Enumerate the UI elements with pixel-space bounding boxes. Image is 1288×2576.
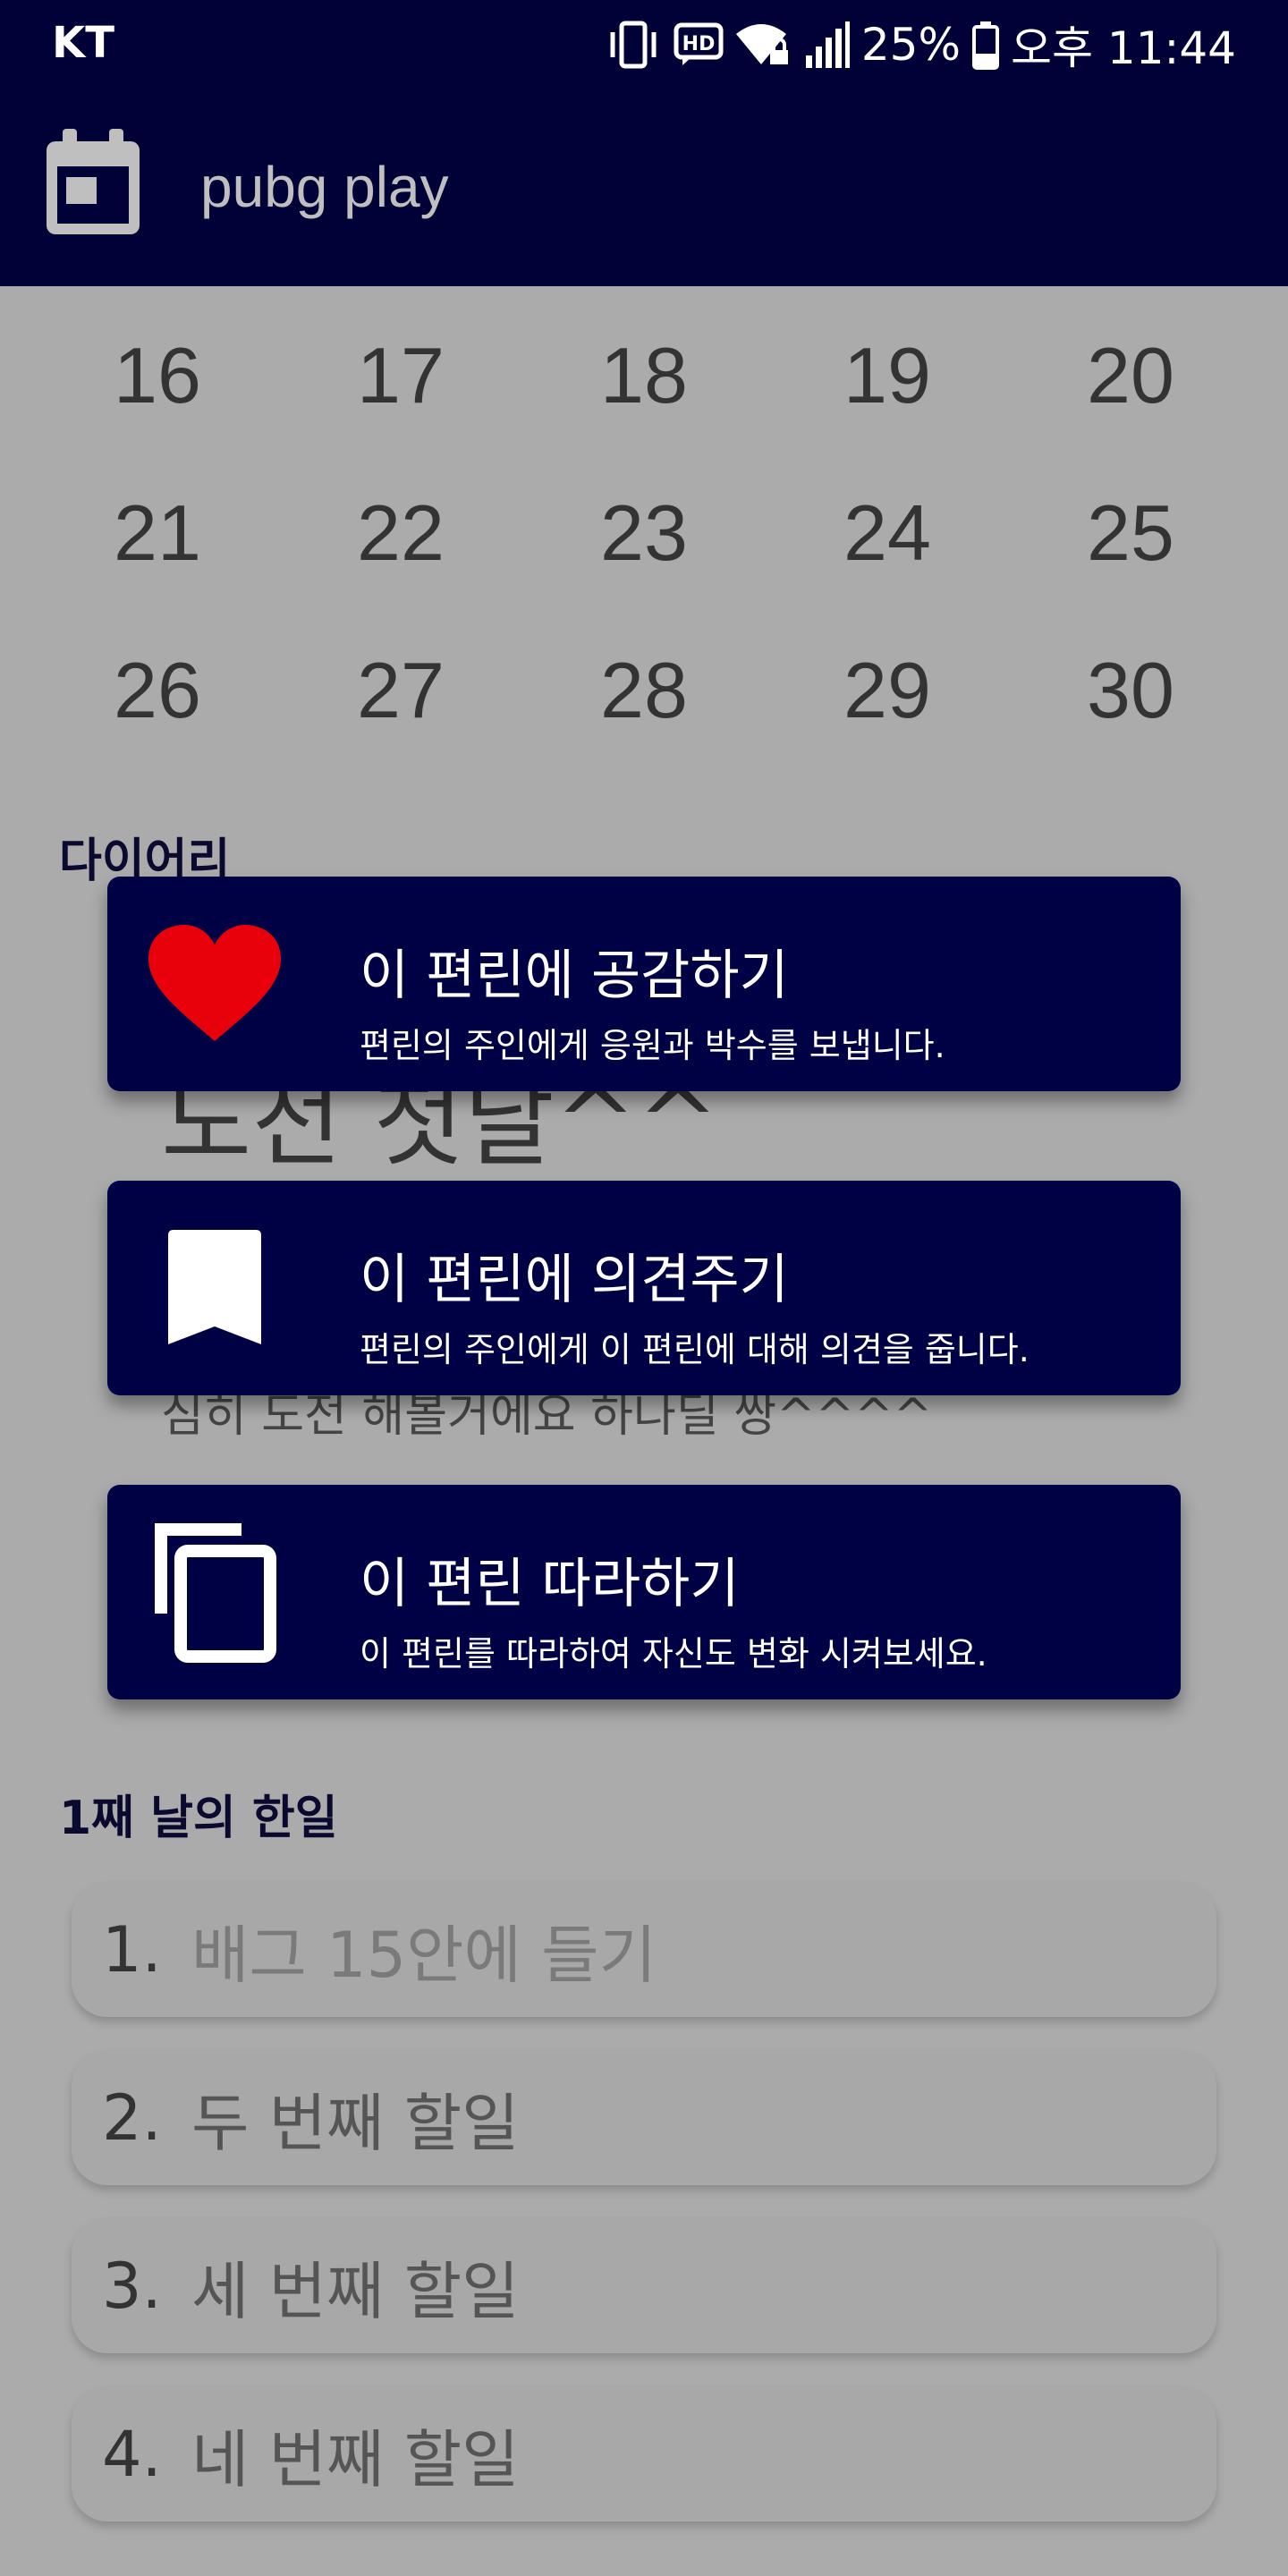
calendar-row: 26 27 28 29 30 xyxy=(36,637,1252,794)
card-title: 이 편린 따라하기 xyxy=(360,1553,740,1615)
card-subtitle: 편린의 주인에게 응원과 박수를 보냅니다. xyxy=(360,1026,945,1065)
copy-icon xyxy=(148,1523,282,1663)
todo-item[interactable]: 4. 네 번째 할일 xyxy=(72,2387,1216,2521)
calendar-day[interactable]: 26 xyxy=(36,637,279,794)
todo-item[interactable]: 2. 두 번째 할일 xyxy=(72,2051,1216,2185)
wifi-lock-icon xyxy=(734,20,793,70)
comment-action-card[interactable]: 이 편린에 의견주기 편린의 주인에게 이 편린에 대해 의견을 줍니다. xyxy=(107,1181,1181,1395)
calendar-day[interactable]: 21 xyxy=(36,479,279,637)
signal-icon xyxy=(804,20,851,70)
card-title: 이 편린에 공감하기 xyxy=(360,945,789,1007)
todo-number: 2. xyxy=(102,2081,162,2155)
todo-item[interactable]: 1. 배그 15안에 들기 xyxy=(72,1883,1216,2017)
vibrate-icon xyxy=(604,20,663,70)
carrier-label: KT xyxy=(52,18,114,68)
calendar-day[interactable]: 30 xyxy=(1009,637,1252,794)
todo-text: 네 번째 할일 xyxy=(191,2422,520,2496)
hd-icon: HD xyxy=(674,22,724,67)
todo-text: 세 번째 할일 xyxy=(191,2254,520,2328)
battery-icon xyxy=(971,20,1000,70)
card-subtitle: 편린의 주인에게 이 편린에 대해 의견을 줍니다. xyxy=(360,1330,1030,1369)
calendar-day[interactable]: 20 xyxy=(1009,322,1252,479)
calendar-day[interactable]: 28 xyxy=(522,637,766,794)
todo-number: 3. xyxy=(102,2250,162,2323)
follow-action-card[interactable]: 이 편린 따라하기 이 편린를 따라하여 자신도 변화 시켜보세요. xyxy=(107,1485,1181,1699)
calendar-row: 21 22 23 24 25 xyxy=(36,479,1252,637)
calendar-day[interactable]: 17 xyxy=(279,322,522,479)
calendar-day[interactable]: 22 xyxy=(279,479,522,637)
todo-number: 1. xyxy=(102,1913,162,1987)
card-title: 이 편린에 의견주기 xyxy=(360,1249,789,1311)
calendar-day[interactable]: 29 xyxy=(766,637,1009,794)
calendar-day[interactable]: 18 xyxy=(522,322,766,479)
app-title: pubg play xyxy=(200,155,449,219)
app-bar: pubg play xyxy=(0,89,1288,286)
status-bar: KT HD 25% 오후 11:44 xyxy=(0,0,1288,89)
calendar-day[interactable]: 25 xyxy=(1009,479,1252,637)
calendar-grid: 16 17 18 19 20 21 22 23 24 25 26 27 28 2… xyxy=(36,322,1252,794)
calendar-day[interactable]: 19 xyxy=(766,322,1009,479)
calendar-day[interactable]: 23 xyxy=(522,479,766,637)
bookmark-icon xyxy=(148,1225,282,1351)
svg-text:HD: HD xyxy=(682,33,716,55)
todo-text: 두 번째 할일 xyxy=(191,2086,520,2160)
todo-text: 배그 15안에 들기 xyxy=(191,1918,657,1992)
card-subtitle: 이 편린를 따라하여 자신도 변화 시켜보세요. xyxy=(360,1634,987,1674)
battery-percent: 25% xyxy=(860,19,961,71)
calendar-icon[interactable] xyxy=(43,129,143,238)
calendar-day[interactable]: 27 xyxy=(279,637,522,794)
empathize-action-card[interactable]: 이 편린에 공감하기 편린의 주인에게 응원과 박수를 보냅니다. xyxy=(107,877,1181,1091)
clock: 오후 11:44 xyxy=(1011,22,1236,74)
todo-item[interactable]: 3. 세 번째 할일 xyxy=(72,2219,1216,2353)
calendar-day[interactable]: 16 xyxy=(36,322,279,479)
heart-icon xyxy=(148,921,282,1046)
status-icons: HD 25% 오후 11:44 xyxy=(604,13,1236,77)
todo-number: 4. xyxy=(102,2418,162,2491)
calendar-row: 16 17 18 19 20 xyxy=(36,322,1252,479)
calendar-day[interactable]: 24 xyxy=(766,479,1009,637)
todo-section-label: 1째 날의 한일 xyxy=(59,1792,338,1845)
